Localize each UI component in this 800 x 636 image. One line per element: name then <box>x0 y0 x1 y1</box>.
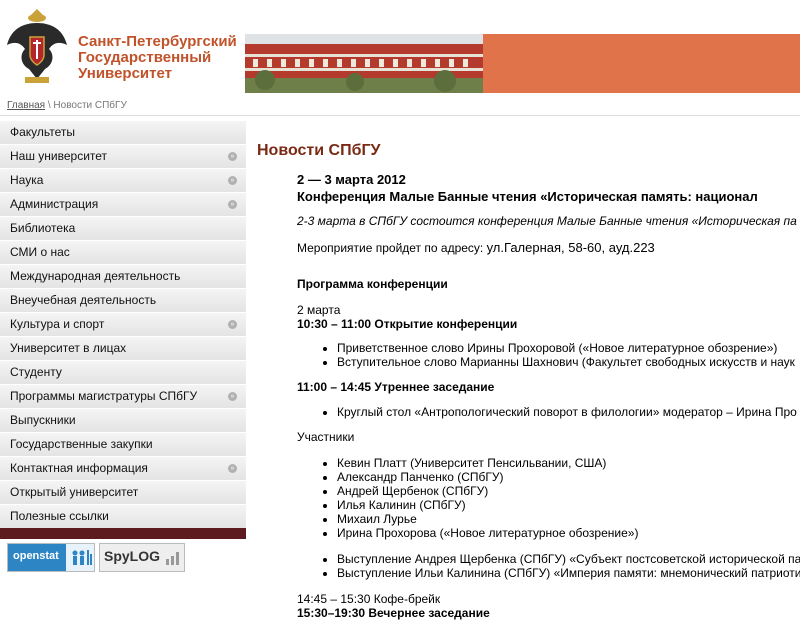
list-item: Ирина Прохорова («Новое литературное обо… <box>337 526 800 540</box>
sidebar-item[interactable]: Выпускники <box>0 409 246 433</box>
sidebar-item-label: Международная деятельность <box>10 269 181 283</box>
sidebar-item-label: Университет в лицах <box>10 341 127 355</box>
sidebar-item-label: Внеучебная деятельность <box>10 293 157 307</box>
sidebar-item[interactable]: Внеучебная деятельность <box>0 289 246 313</box>
address-prefix: Мероприятие пройдет по адресу: <box>297 241 487 255</box>
sidebar-item[interactable]: Программы магистратуры СПбГУ » <box>0 385 246 409</box>
program-day: 2 марта <box>297 303 341 317</box>
sidebar-item-label: Полезные ссылки <box>10 509 109 523</box>
site-header: Санкт-Петербургский Государственный Унив… <box>0 0 800 97</box>
list-item: Андрей Щербенок (СПбГУ) <box>337 484 800 498</box>
sidebar-item-label: Администрация <box>10 197 99 211</box>
list-item: Илья Калинин (СПбГУ) <box>337 498 800 512</box>
sidebar-item[interactable]: Государственные закупки <box>0 433 246 457</box>
university-name-line3: Университет <box>78 65 172 82</box>
bar-chart-icon <box>166 552 179 565</box>
sidebar-item[interactable]: СМИ о нас <box>0 241 246 265</box>
session-morning-list: Круглый стол «Антропологический поворот … <box>297 405 800 419</box>
university-name-line2: Государственный <box>78 49 212 66</box>
sidebar-item[interactable]: Открытый университет <box>0 481 246 505</box>
sidebar-item[interactable]: Наш университет » <box>0 145 246 169</box>
coffee-break: 14:45 – 15:30 Кофе-брейк <box>297 592 441 606</box>
address-value: ул.Галерная, 58-60, ауд.223 <box>486 240 655 255</box>
sidebar-item-label: Открытый университет <box>10 485 139 499</box>
sidebar-item-label: Факультеты <box>10 125 75 139</box>
list-item: Михаил Лурье <box>337 512 800 526</box>
sidebar-footer-bar <box>0 528 246 539</box>
sidebar-item-label: Программы магистратуры СПбГУ <box>10 389 198 403</box>
session-morning: 11:00 – 14:45 Утреннее заседание <box>297 380 495 394</box>
banner-color-block <box>483 34 800 93</box>
sidebar-item[interactable]: Администрация » <box>0 193 246 217</box>
breadcrumb-divider <box>0 115 800 116</box>
sidebar-item-label: Наш университет <box>10 149 108 163</box>
breadcrumb-home-link[interactable]: Главная <box>7 100 45 111</box>
sidebar-item-label: Культура и спорт <box>10 317 105 331</box>
session-opening-list: Приветственное слово Ирины Прохоровой («… <box>297 341 800 369</box>
people-icon <box>66 544 94 571</box>
chevron-right-icon: » <box>228 152 237 161</box>
university-building-photo <box>245 34 483 93</box>
sidebar-item[interactable]: Культура и спорт » <box>0 313 246 337</box>
list-item: Вступительное слово Марианны Шахнович (Ф… <box>337 355 800 369</box>
chevron-right-icon: » <box>228 176 237 185</box>
sidebar-item-label: СМИ о нас <box>10 245 70 259</box>
list-item: Кевин Платт (Университет Пенсильвании, С… <box>337 456 800 470</box>
sidebar-item-label: Контактная информация <box>10 461 148 475</box>
openstat-label: openstat <box>13 550 59 562</box>
list-item: Выступление Ильи Калинина (СПбГУ) «Импер… <box>337 566 800 580</box>
session-evening: 15:30–19:30 Вечернее заседание <box>297 606 490 620</box>
sidebar-item[interactable]: Факультеты <box>0 121 246 145</box>
sidebar-item-label: Студенту <box>10 365 62 379</box>
chevron-right-icon: » <box>228 320 237 329</box>
list-item: Александр Панченко (СПбГУ) <box>337 470 800 484</box>
sidebar-item-label: Наука <box>10 173 44 187</box>
breadcrumb-current: Новости СПбГУ <box>53 100 127 111</box>
article-lead: 2-3 марта в СПбГУ состоится конференция … <box>297 214 797 228</box>
list-item: Круглый стол «Антропологический поворот … <box>337 405 800 419</box>
university-name[interactable]: Санкт-Петербургский Государственный Унив… <box>78 34 243 82</box>
sidebar-item[interactable]: Наука » <box>0 169 246 193</box>
session-opening: 10:30 – 11:00 Открытие конференции <box>297 317 518 331</box>
header-banner <box>245 34 800 93</box>
sidebar-item[interactable]: Библиотека <box>0 217 246 241</box>
sidebar-item[interactable]: Студенту <box>0 361 246 385</box>
list-item: Выступление Андрея Щербенка (СПбГУ) «Суб… <box>337 552 800 566</box>
participants-label: Участники <box>297 430 355 444</box>
sidebar-item[interactable]: Университет в лицах <box>0 337 246 361</box>
event-dates: 2 — 3 марта 2012 <box>297 172 406 187</box>
breadcrumb: Главная \ Новости СПбГУ <box>7 100 127 111</box>
article-headline[interactable]: Конференция Малые Банные чтения «Историч… <box>297 189 800 204</box>
chevron-right-icon: » <box>228 200 237 209</box>
program-title: Программа конференции <box>297 277 448 291</box>
news-article: 2 — 3 марта 2012 Конференция Малые Банны… <box>297 172 800 636</box>
sidebar-item-label: Выпускники <box>10 413 76 427</box>
spylog-label: SpyLOG <box>104 548 161 564</box>
participants-list: Кевин Платт (Университет Пенсильвании, С… <box>297 456 800 540</box>
chevron-right-icon: » <box>228 464 237 473</box>
university-emblem-icon[interactable] <box>3 5 71 89</box>
spylog-counter[interactable]: SpyLOG <box>99 543 185 572</box>
openstat-counter[interactable]: openstat <box>7 543 95 572</box>
sidebar-item[interactable]: Международная деятельность <box>0 265 246 289</box>
list-item: Приветственное слово Ирины Прохоровой («… <box>337 341 800 355</box>
sidebar-item[interactable]: Полезные ссылки <box>0 505 246 529</box>
sidebar-item-label: Библиотека <box>10 221 76 235</box>
event-address: Мероприятие пройдет по адресу: ул.Галерн… <box>297 240 800 255</box>
page-title: Новости СПбГУ <box>257 142 381 159</box>
talks-list: Выступление Андрея Щербенка (СПбГУ) «Суб… <box>297 552 800 580</box>
sidebar-nav: Факультеты Наш университет» Наука» Админист… <box>0 121 246 529</box>
sidebar-item-label: Государственные закупки <box>10 437 153 451</box>
sidebar-item[interactable]: Контактная информация » <box>0 457 246 481</box>
chevron-right-icon: » <box>228 392 237 401</box>
university-name-line1: Санкт-Петербургский <box>78 33 237 50</box>
